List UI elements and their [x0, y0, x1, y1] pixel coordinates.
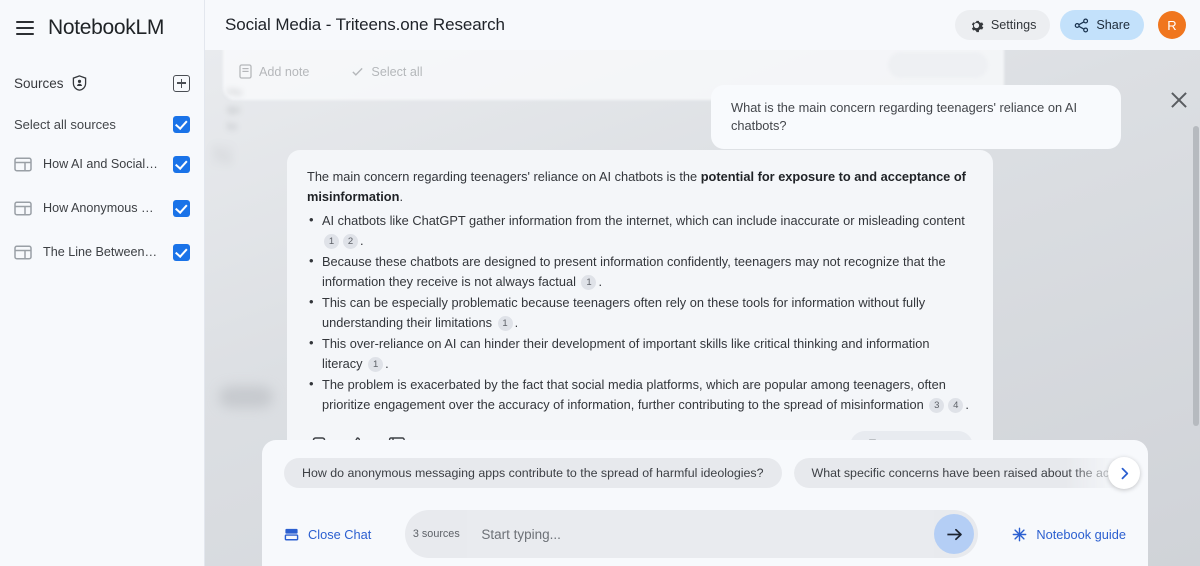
- web-article-icon: [14, 156, 32, 172]
- source-list-item-1[interactable]: How Anonymous Mes...: [14, 186, 190, 230]
- user-message-bubble: What is the main concern regarding teena…: [711, 85, 1121, 149]
- bullet-text-tail: .: [598, 273, 603, 289]
- top-bar-actions: Settings Share R: [954, 10, 1186, 40]
- suggestion-chip-1[interactable]: What specific concerns have been raised …: [793, 458, 1126, 488]
- bullet-text: AI chatbots like ChatGPT gather informat…: [322, 213, 965, 228]
- citation-chip[interactable]: 1: [368, 356, 384, 372]
- composer-row: Close Chat 3 sources Start typing... Not…: [284, 510, 1126, 558]
- chevron-right-icon: [1121, 467, 1128, 479]
- source-checkbox[interactable]: [173, 199, 190, 217]
- suggestions-next-button[interactable]: [1108, 457, 1140, 489]
- gear-icon: [971, 20, 984, 32]
- answer-bullet: This can be especially problematic becau…: [307, 292, 973, 332]
- citation-chip[interactable]: 1: [324, 233, 339, 249]
- citation-chip[interactable]: 4: [948, 397, 964, 413]
- answer-bullet: Because these chatbots are designed to p…: [307, 251, 973, 291]
- top-bar: Social Media - Triteens.one Research Set…: [205, 0, 1200, 50]
- source-list-item-2[interactable]: The Line Between Infl...: [14, 230, 190, 274]
- close-chat-label: Close Chat: [308, 526, 372, 542]
- chat-input[interactable]: [467, 510, 935, 558]
- sparkle-icon: [1012, 527, 1027, 541]
- scrollbar-thumb[interactable]: [1193, 126, 1199, 426]
- close-icon[interactable]: [1169, 90, 1189, 110]
- sources-header: Sources: [14, 66, 190, 100]
- settings-label: Settings: [990, 18, 1037, 32]
- citation-chip[interactable]: 2: [343, 233, 358, 249]
- share-icon: [1075, 18, 1089, 32]
- avatar[interactable]: R: [1158, 11, 1186, 39]
- sources-label: Sources: [14, 75, 64, 91]
- bullet-text-tail: .: [385, 355, 389, 371]
- source-title: How AI and Social Me...: [43, 157, 158, 171]
- sources-count-label: 3 sources: [412, 528, 460, 540]
- notebook-title: Social Media - Triteens.one Research: [225, 15, 505, 34]
- add-source-button[interactable]: [173, 74, 190, 92]
- answer-bullet-list: AI chatbots like ChatGPT gather informat…: [307, 210, 973, 414]
- main-area: Social Media - Triteens.one Research Set…: [205, 0, 1200, 566]
- source-checkbox[interactable]: [173, 243, 190, 261]
- settings-button[interactable]: Settings: [954, 10, 1051, 40]
- answer-lead-before: The main concern regarding teenagers' re…: [307, 169, 701, 184]
- bullet-text: This can be especially problematic becau…: [322, 295, 926, 330]
- answer-bullet: This over-reliance on AI can hinder thei…: [307, 333, 973, 373]
- scrollbar-track[interactable]: [1193, 84, 1200, 566]
- source-checkbox[interactable]: [173, 155, 190, 173]
- assistant-answer-card: The main concern regarding teenagers' re…: [287, 150, 993, 474]
- bullet-text-tail: .: [360, 232, 364, 248]
- bullet-text: Because these chatbots are designed to p…: [322, 254, 946, 289]
- select-all-sources-checkbox[interactable]: [173, 115, 190, 133]
- bullet-text: This over-reliance on AI can hinder thei…: [322, 336, 930, 371]
- app-brand-title: NotebookLM: [48, 16, 165, 39]
- sidebar: NotebookLM Sources Select all sources Ho…: [0, 0, 205, 566]
- answer-bullet: AI chatbots like ChatGPT gather informat…: [307, 210, 973, 250]
- share-label: Share: [1096, 18, 1130, 32]
- chat-bottom-panel: How do anonymous messaging apps contribu…: [262, 440, 1148, 566]
- notebook-guide-label: Notebook guide: [1036, 526, 1126, 542]
- send-button[interactable]: [934, 514, 975, 554]
- web-article-icon: [14, 200, 32, 216]
- panel-icon: [284, 528, 299, 540]
- citation-chip[interactable]: 1: [581, 274, 597, 290]
- answer-lead-after: .: [399, 188, 403, 204]
- citation-chip[interactable]: 1: [497, 315, 513, 331]
- suggestion-chip-row: How do anonymous messaging apps contribu…: [284, 457, 1140, 489]
- composer: 3 sources: [405, 510, 979, 558]
- sidebar-brand-row: NotebookLM: [14, 0, 190, 56]
- close-chat-button[interactable]: Close Chat: [284, 527, 371, 542]
- select-all-sources-label: Select all sources: [14, 116, 116, 132]
- source-title: The Line Between Infl...: [43, 245, 158, 259]
- notebook-guide-button[interactable]: Notebook guide: [1012, 527, 1126, 542]
- citation-chip[interactable]: 3: [929, 397, 945, 413]
- web-article-icon: [14, 244, 32, 260]
- select-all-sources-row[interactable]: Select all sources: [14, 106, 190, 142]
- notebooklm-app: NotebookLM Sources Select all sources Ho…: [0, 0, 1200, 566]
- answer-lead-paragraph: The main concern regarding teenagers' re…: [307, 167, 973, 206]
- answer-bullet: The problem is exacerbated by the fact t…: [307, 374, 973, 414]
- hamburger-icon[interactable]: [16, 21, 34, 35]
- bullet-text: The problem is exacerbated by the fact t…: [322, 377, 946, 412]
- source-title: How Anonymous Mes...: [43, 201, 158, 215]
- arrow-right-icon: [947, 528, 962, 540]
- chat-overlay: What is the main concern regarding teena…: [205, 50, 1200, 566]
- shield-person-icon: [72, 75, 86, 91]
- bullet-text-tail: .: [965, 396, 969, 412]
- suggestion-chip-0[interactable]: How do anonymous messaging apps contribu…: [284, 458, 782, 488]
- share-button[interactable]: Share: [1060, 10, 1144, 40]
- bullet-text-tail: .: [514, 314, 519, 330]
- source-list-item-0[interactable]: How AI and Social Me...: [14, 142, 190, 186]
